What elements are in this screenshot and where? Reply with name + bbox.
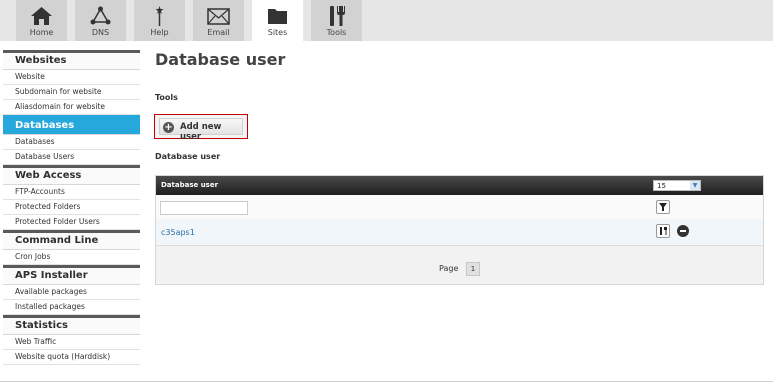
tools-icon	[311, 4, 362, 28]
add-new-user-button[interactable]: + Add new user	[159, 118, 243, 142]
tab-tools-label: Tools	[326, 28, 347, 37]
list-title: Database user	[155, 152, 221, 161]
pager: Page 1	[156, 262, 763, 276]
tab-sites[interactable]: Sites	[252, 0, 303, 44]
grid-header: Database user 15 ▼	[156, 176, 763, 195]
plus-circle-icon: +	[163, 122, 174, 133]
tab-help-label: Help	[150, 28, 169, 37]
sidebar-item-aliasdomain[interactable]: Aliasdomain for website	[3, 100, 140, 115]
help-wand-icon	[134, 4, 185, 28]
add-new-user-label: Add new user	[180, 122, 222, 142]
tab-dns-label: DNS	[91, 28, 110, 37]
sidebar-item-available-packages[interactable]: Available packages	[3, 285, 140, 300]
sidebar-section-command-line[interactable]: Command Line	[3, 230, 140, 250]
top-nav-bar: Home DNS Help Email Sites Tools	[0, 0, 773, 44]
sidebar-item-protected-folders[interactable]: Protected Folders	[3, 200, 140, 215]
sidebar-item-ftp-accounts[interactable]: FTP-Accounts	[3, 185, 140, 200]
sidebar-item-website[interactable]: Website	[3, 70, 140, 85]
tab-tools[interactable]: Tools	[311, 0, 362, 41]
pager-label: Page	[439, 264, 459, 273]
sidebar-item-cron-jobs[interactable]: Cron Jobs	[3, 250, 140, 265]
sidebar-section-websites[interactable]: Websites	[3, 50, 140, 70]
table-row: c35aps1	[156, 219, 763, 246]
sidebar-item-subdomain[interactable]: Subdomain for website	[3, 85, 140, 100]
filter-row	[156, 195, 763, 220]
tab-help[interactable]: Help	[134, 0, 185, 41]
database-user-grid: Database user 15 ▼ c35aps1 Page 1	[155, 175, 764, 285]
folder-icon	[252, 4, 303, 28]
dns-network-icon	[75, 4, 126, 28]
delete-icon[interactable]	[677, 225, 689, 237]
page-size-value: 15	[657, 182, 666, 190]
sidebar-section-databases[interactable]: Databases	[3, 115, 140, 135]
tab-home[interactable]: Home	[16, 0, 67, 41]
column-header-database-user[interactable]: Database user	[161, 181, 218, 189]
footer-divider	[0, 381, 773, 382]
tools-heading: Tools	[155, 93, 178, 102]
home-icon	[16, 4, 67, 28]
tab-email[interactable]: Email	[193, 0, 244, 41]
sidebar-item-installed-packages[interactable]: Installed packages	[3, 300, 140, 315]
sidebar-item-protected-folder-users[interactable]: Protected Folder Users	[3, 215, 140, 230]
sidebar-item-web-traffic[interactable]: Web Traffic	[3, 335, 140, 350]
filter-icon[interactable]	[656, 200, 670, 214]
sidebar-item-database-users[interactable]: Database Users	[3, 150, 140, 165]
page-title: Database user	[155, 50, 286, 69]
tab-sites-label: Sites	[267, 28, 288, 37]
sidebar-section-statistics[interactable]: Statistics	[3, 315, 140, 335]
sidebar-section-web-access[interactable]: Web Access	[3, 165, 140, 185]
tab-dns[interactable]: DNS	[75, 0, 126, 41]
tab-home-label: Home	[29, 28, 54, 37]
email-envelope-icon	[193, 4, 244, 28]
database-user-link[interactable]: c35aps1	[161, 228, 195, 237]
chevron-down-icon: ▼	[690, 181, 700, 190]
sidebar-item-databases[interactable]: Databases	[3, 135, 140, 150]
page-number-button[interactable]: 1	[465, 262, 480, 276]
page-size-select[interactable]: 15 ▼	[653, 180, 701, 191]
sidebar: Websites Website Subdomain for website A…	[3, 50, 140, 365]
filter-input[interactable]	[160, 201, 248, 215]
edit-tools-icon[interactable]	[656, 224, 670, 238]
add-new-user-highlight: + Add new user	[154, 114, 248, 142]
sidebar-item-website-quota[interactable]: Website quota (Harddisk)	[3, 350, 140, 365]
sidebar-section-aps-installer[interactable]: APS Installer	[3, 265, 140, 285]
tab-email-label: Email	[207, 28, 230, 37]
